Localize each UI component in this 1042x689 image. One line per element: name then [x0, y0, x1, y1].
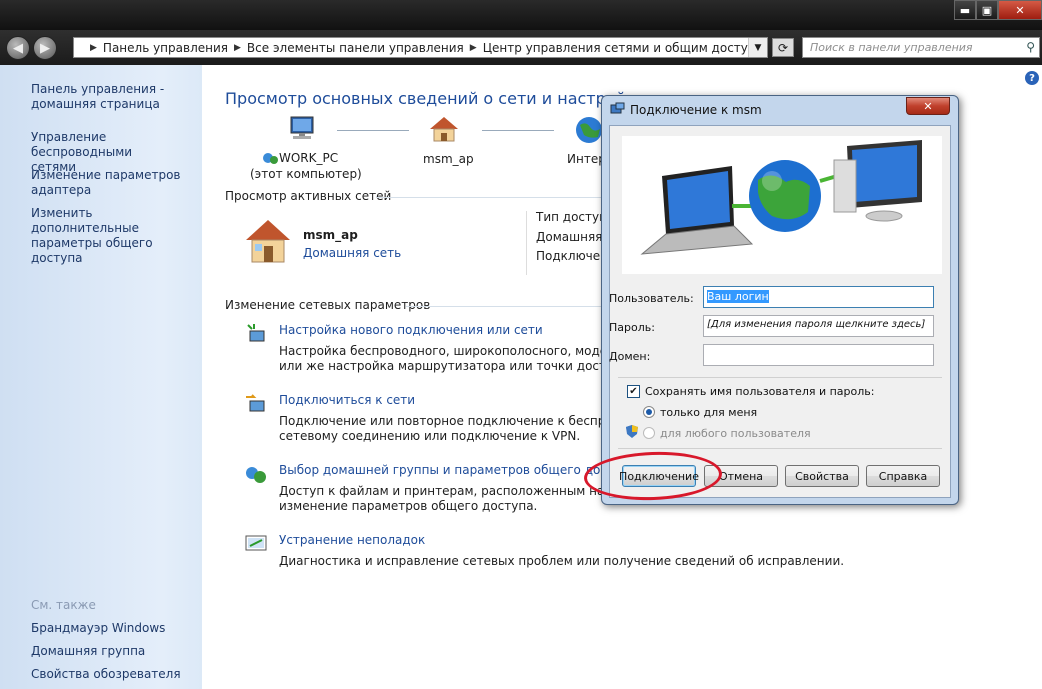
breadcrumb-item[interactable]: Центр управления сетями и общим доступом: [483, 41, 767, 55]
save-credentials-checkbox[interactable]: ✔: [627, 385, 640, 398]
password-label: Пароль:: [609, 321, 655, 334]
task-description: Диагностика и исправление сетевых пробле…: [279, 554, 845, 568]
network-status-icon: [263, 153, 278, 164]
search-input[interactable]: Поиск в панели управления ⚲: [802, 37, 1040, 58]
sidebar-item-firewall[interactable]: Брандмауэр Windows: [31, 621, 165, 636]
house-icon: [430, 117, 458, 142]
breadcrumb-item[interactable]: Все элементы панели управления: [247, 41, 464, 55]
minimize-button[interactable]: ▬: [954, 0, 976, 20]
username-label: Пользователь:: [609, 292, 694, 305]
radio-only-me[interactable]: [643, 406, 655, 418]
computer-sub: (этот компьютер): [250, 167, 362, 181]
dialog-title: Подключение к msm: [630, 103, 762, 117]
network-type-link[interactable]: Домашняя сеть: [303, 246, 401, 260]
sidebar-item-sharing[interactable]: Изменить дополнительные параметры общего …: [31, 206, 202, 266]
help-icon[interactable]: ?: [1025, 71, 1039, 85]
close-button[interactable]: ✕: [998, 0, 1042, 20]
connection-banner-image: [622, 136, 942, 274]
dialog-close-button[interactable]: ✕: [906, 97, 950, 115]
computer-icon: [290, 116, 314, 139]
radio-any-user[interactable]: [643, 427, 655, 439]
connect-network-icon: [246, 394, 265, 412]
forward-button[interactable]: ▶: [33, 36, 57, 60]
computer-name[interactable]: WORK_PC: [279, 151, 338, 165]
sidebar-item-homegroup[interactable]: Домашняя группа: [31, 644, 145, 659]
network-connection-icon: [610, 102, 625, 114]
task-troubleshoot-link[interactable]: Устранение неполадок: [279, 533, 425, 547]
save-credentials-label[interactable]: Сохранять имя пользователя и пароль:: [645, 385, 874, 398]
active-networks-heading: Просмотр активных сетей: [225, 189, 392, 203]
task-connect-link[interactable]: Подключиться к сети: [279, 393, 415, 407]
navigation-bar: ◀ ▶ ▶ Панель управления ▶ Все элементы п…: [0, 30, 1042, 65]
password-input[interactable]: [Для изменения пароля щелкните здесь]: [703, 315, 934, 337]
sidebar-item-adapter[interactable]: Изменение параметров адаптера: [31, 168, 181, 198]
search-icon[interactable]: ⚲: [1026, 40, 1035, 54]
sidebar-item-browser-props[interactable]: Свойства обозревателя: [31, 667, 181, 682]
router-name[interactable]: msm_ap: [423, 152, 474, 166]
sidebar-item-home[interactable]: Панель управления - домашняя страница: [31, 82, 164, 112]
change-settings-heading: Изменение сетевых параметров: [225, 298, 431, 312]
connections-label: Подключен: [536, 249, 608, 263]
refresh-icon[interactable]: ⟳: [772, 38, 794, 57]
new-connection-icon: [247, 324, 265, 342]
troubleshoot-icon: [245, 535, 267, 551]
breadcrumb-item[interactable]: Панель управления: [103, 41, 228, 55]
help-button[interactable]: Справка: [866, 465, 940, 487]
see-also-heading: См. также: [31, 598, 96, 612]
maximize-button[interactable]: ▣: [976, 0, 998, 20]
address-bar[interactable]: ▶ Панель управления ▶ Все элементы панел…: [73, 37, 768, 58]
connect-dialog: Подключение к msm ✕ Пользователь: Ваш ло…: [601, 95, 959, 505]
task-new-connection-link[interactable]: Настройка нового подключения или сети: [279, 323, 543, 337]
uac-shield-icon: [626, 425, 638, 438]
back-button[interactable]: ◀: [6, 36, 30, 60]
address-dropdown-icon[interactable]: ▼: [748, 38, 767, 57]
homegroup-icon: [246, 467, 266, 483]
globe-icon: [576, 117, 602, 143]
domain-input[interactable]: [703, 344, 934, 366]
active-network-name: msm_ap: [303, 228, 358, 242]
task-homegroup-link[interactable]: Выбор домашней группы и параметров общег…: [279, 463, 636, 477]
sidebar: Панель управления - домашняя страница Упр…: [0, 65, 202, 689]
task-description: Подключение или повторное подключение к …: [279, 414, 636, 443]
internet-label[interactable]: Интер: [567, 152, 606, 166]
domain-label: Домен:: [609, 350, 651, 363]
radio-any-user-label[interactable]: для любого пользователя: [660, 427, 811, 440]
username-input[interactable]: Ваш логин: [703, 286, 934, 308]
task-description: Настройка беспроводного, широкополосного…: [279, 344, 646, 373]
radio-only-me-label[interactable]: только для меня: [660, 406, 757, 419]
home-network-icon: [246, 220, 290, 263]
properties-button[interactable]: Свойства: [785, 465, 859, 487]
window-titlebar: ▬ ▣ ✕: [0, 0, 1042, 30]
